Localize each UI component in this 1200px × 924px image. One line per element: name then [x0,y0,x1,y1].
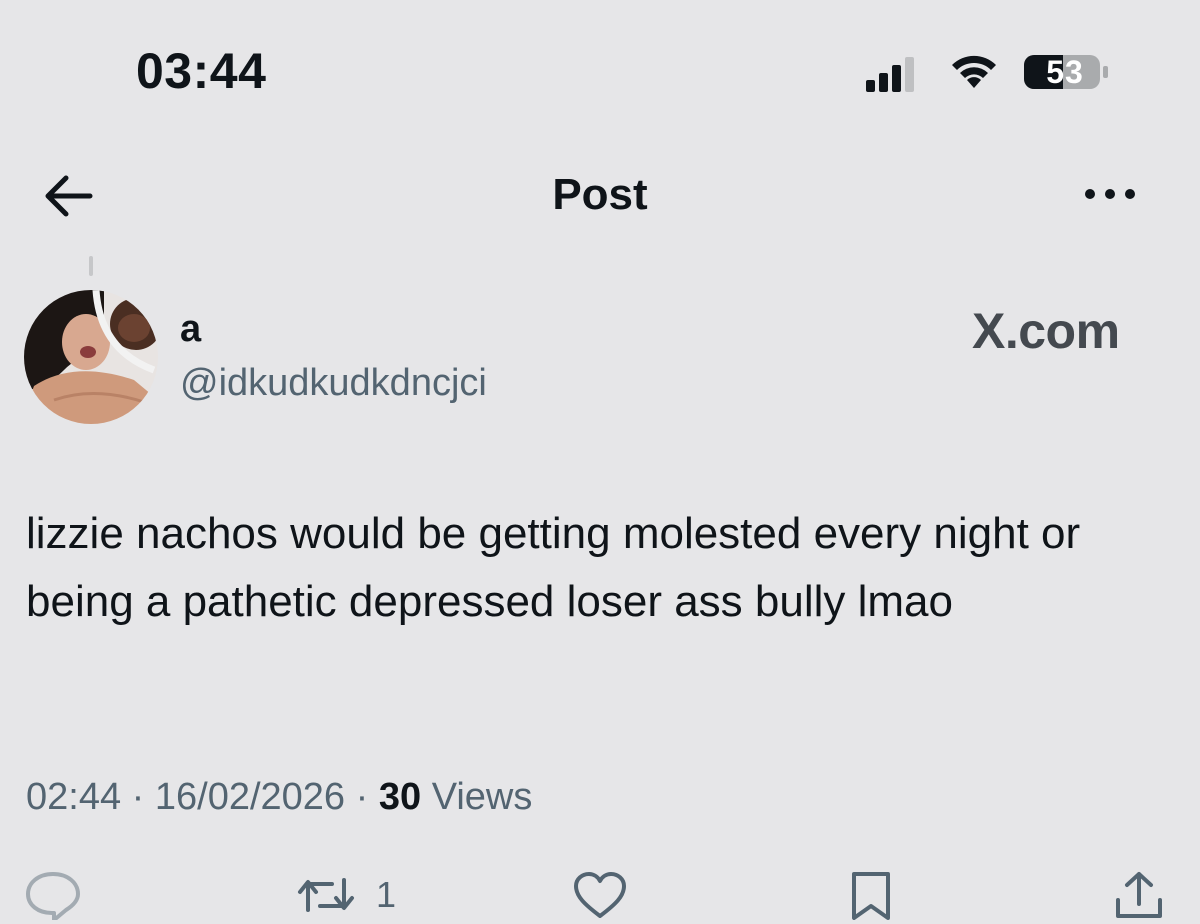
post-date[interactable]: 16/02/2026 [155,776,345,818]
battery-level: 53 [1046,54,1084,90]
wifi-icon [952,55,996,88]
repost-count: 1 [376,874,397,915]
status-bar: 03:44 53 [0,0,1200,140]
views-label: Views [431,776,533,818]
status-time: 03:44 [136,43,267,99]
x-com-watermark: X.com [972,303,1120,359]
share-icon[interactable] [1112,870,1166,920]
reply-icon[interactable] [24,870,82,920]
author-display-name[interactable]: a [180,308,201,351]
header-bar: Post [0,150,1200,240]
page-title: Post [552,170,648,219]
post-metadata: 02:44 · 16/02/2026 · 30 Views [26,776,532,819]
avatar[interactable] [24,290,158,424]
meta-separator: · [131,776,145,818]
thread-connector-line [89,256,93,276]
author-handle[interactable]: @idkudkudkdncjci [180,362,487,405]
post-time[interactable]: 02:44 [26,776,121,818]
heart-icon[interactable] [572,870,628,920]
post-text: lizzie nachos would be getting molested … [26,509,1081,626]
bookmark-icon[interactable] [846,870,896,920]
repost-icon[interactable] [296,870,356,920]
cellular-signal-icon [866,57,914,92]
action-bar: 1 [0,860,1200,924]
meta-separator: · [355,776,369,818]
more-horizontal-icon[interactable] [1080,182,1140,206]
views-count: 30 [378,776,422,818]
